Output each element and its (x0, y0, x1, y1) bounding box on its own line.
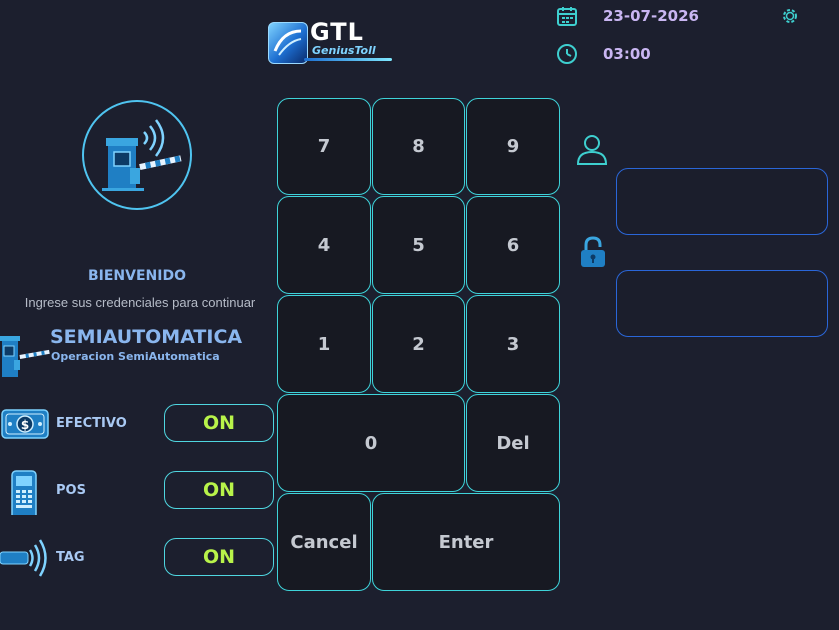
welcome-subtitle: Ingrese sus credenciales para continuar (24, 295, 256, 310)
mode-title: SEMIAUTOMATICA (50, 326, 243, 348)
keypad-key-7[interactable]: 7 (277, 98, 371, 195)
keypad-key-2[interactable]: 2 (372, 295, 465, 393)
keypad-key-3[interactable]: 3 (466, 295, 560, 393)
keypad-key-5[interactable]: 5 (372, 196, 465, 294)
time-text: 03:00 (603, 45, 651, 63)
user-icon (576, 135, 608, 165)
semiautomatic-barrier-icon (0, 336, 50, 377)
gtl-logo: GTL GeniusToll (268, 18, 394, 66)
time-row: 03:00 (556, 42, 651, 66)
toll-barrier-emblem (82, 100, 192, 210)
keypad-key-6[interactable]: 6 (466, 196, 560, 294)
keypad-delete-button[interactable]: Del (466, 394, 560, 492)
toll-booth-screen: GTL GeniusToll 23-07-2026 03:00 BIENVENI… (0, 0, 839, 630)
cash-icon: $ (1, 409, 49, 439)
toll-booth-icon (102, 119, 182, 191)
pos-terminal-icon (11, 470, 37, 515)
welcome-title: BIENVENIDO (87, 268, 186, 284)
settings-gear-icon[interactable] (780, 6, 800, 26)
keypad-key-0[interactable]: 0 (277, 394, 465, 492)
keypad-key-4[interactable]: 4 (277, 196, 371, 294)
logo-swoosh (304, 58, 392, 61)
tag-toggle-button[interactable]: ON (164, 538, 274, 576)
keypad-cancel-button[interactable]: Cancel (277, 493, 371, 591)
efectivo-toggle-button[interactable]: ON (164, 404, 274, 442)
logo-subtitle: GeniusToll (312, 44, 376, 57)
payment-row-efectivo: $ EFECTIVO ON (0, 404, 276, 444)
payment-row-tag: TAG ON (0, 538, 276, 578)
payment-label: EFECTIVO (56, 416, 127, 431)
logo-emblem-icon (268, 22, 308, 64)
payment-label: TAG (56, 550, 85, 565)
clock-icon (557, 44, 577, 64)
payment-label: POS (56, 483, 86, 498)
lock-icon (581, 236, 605, 267)
date-text: 23-07-2026 (603, 7, 699, 25)
pos-toggle-button[interactable]: ON (164, 471, 274, 509)
svg-text:$: $ (21, 418, 29, 432)
keypad-key-9[interactable]: 9 (466, 98, 560, 195)
mode-subtitle: Operacion SemiAutomatica (51, 350, 220, 363)
date-row: 23-07-2026 (556, 4, 699, 28)
keypad-key-1[interactable]: 1 (277, 295, 371, 393)
payment-row-pos: POS ON (0, 470, 276, 515)
password-input[interactable] (616, 270, 828, 337)
keypad-key-8[interactable]: 8 (372, 98, 465, 195)
calendar-icon (557, 7, 577, 26)
keypad-enter-button[interactable]: Enter (372, 493, 560, 591)
tag-signal-icon (0, 539, 47, 577)
username-input[interactable] (616, 168, 828, 235)
logo-title: GTL (310, 18, 364, 46)
